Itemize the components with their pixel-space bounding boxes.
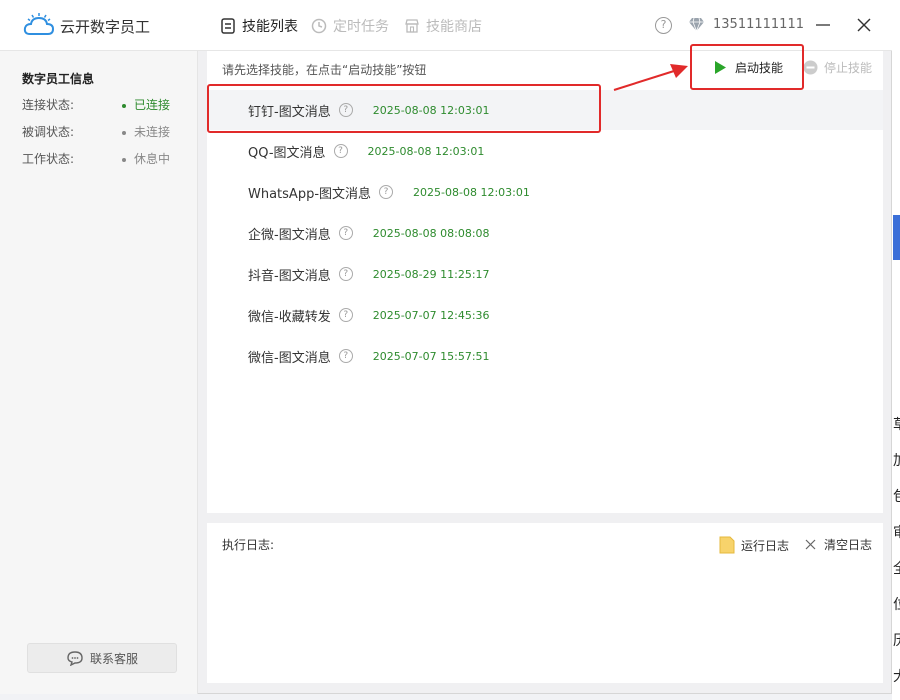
status-row-called: 被调状态: 未连接 xyxy=(22,123,182,141)
log-title: 执行日志: xyxy=(222,538,275,552)
sidebar-title: 数字员工信息 xyxy=(22,72,95,86)
status-dot xyxy=(122,157,126,162)
user-phone: 13511111111 xyxy=(713,17,804,32)
status-row-work: 工作状态: 休息中 xyxy=(22,150,182,168)
contact-support-button[interactable]: 联系客服 xyxy=(27,643,177,673)
chat-icon xyxy=(67,651,83,666)
status-row-connection: 连接状态: 已连接 xyxy=(22,96,182,114)
skill-date: 2025-08-08 12:03:01 xyxy=(367,144,485,158)
store-icon xyxy=(405,19,419,33)
run-log-label: 运行日志 xyxy=(741,538,790,553)
status-value-connection: 已连接 xyxy=(122,96,170,113)
minimize-icon[interactable] xyxy=(812,14,834,36)
stop-skill-button[interactable]: 停止技能 xyxy=(803,56,872,78)
question-icon[interactable]: ? xyxy=(333,144,348,158)
background-glyph: 审 xyxy=(893,524,900,542)
background-glyph: 大 xyxy=(893,668,900,686)
status-dot xyxy=(122,130,126,135)
skill-row[interactable]: 微信-图文消息 ? 2025-07-07 15:57:51 xyxy=(207,336,883,376)
skill-name: 抖音-图文消息 xyxy=(248,268,331,284)
status-label: 连接状态: xyxy=(22,98,75,112)
background-glyph: 包 xyxy=(893,488,900,506)
app-window: 云开数字员工 技能列表 定时任务 技能商店 ? 13511111111 数字员工… xyxy=(0,0,892,694)
skill-name: 企微-图文消息 xyxy=(248,227,331,243)
skill-row[interactable]: QQ-图文消息 ? 2025-08-08 12:03:01 xyxy=(207,131,883,171)
clock-icon xyxy=(311,18,327,34)
app-title: 云开数字员工 xyxy=(60,18,151,36)
status-label: 被调状态: xyxy=(22,125,75,139)
skill-row[interactable]: WhatsApp-图文消息 ? 2025-08-08 12:03:01 xyxy=(207,172,883,212)
background-glyph: 加 xyxy=(893,452,900,470)
clear-x-icon xyxy=(805,539,816,550)
background-glyph: 历 xyxy=(893,632,900,650)
question-icon[interactable]: ? xyxy=(338,308,353,322)
skill-row[interactable]: 抖音-图文消息 ? 2025-08-29 11:25:17 xyxy=(207,254,883,294)
tab-skill-store[interactable]: 技能商店 xyxy=(404,15,482,37)
skill-date: 2025-07-07 12:45:36 xyxy=(372,308,490,322)
question-icon[interactable]: ? xyxy=(338,267,353,281)
tab-skill-list[interactable]: 技能列表 xyxy=(220,15,298,37)
background-glyph: 位 xyxy=(893,596,900,614)
user-account[interactable]: 13511111111 xyxy=(688,17,804,32)
question-icon[interactable]: ? xyxy=(379,185,394,199)
start-button-highlight xyxy=(690,44,804,90)
help-icon[interactable]: ? xyxy=(655,17,672,34)
skill-name: QQ-图文消息 xyxy=(248,145,326,161)
selected-skill-highlight xyxy=(207,84,601,133)
clear-log-button[interactable]: 清空日志 xyxy=(805,536,872,553)
tab-label: 定时任务 xyxy=(333,19,389,35)
background-window xyxy=(892,0,900,700)
sidebar: 数字员工信息 连接状态: 已连接 被调状态: 未连接 工作状态: 休息中 联系客… xyxy=(0,51,198,694)
annotation-arrow-icon xyxy=(613,64,688,91)
background-blue-block xyxy=(893,215,900,260)
run-log-button[interactable]: 运行日志 xyxy=(719,536,789,554)
skill-date: 2025-08-08 08:08:08 xyxy=(372,226,490,240)
tab-label: 技能列表 xyxy=(242,19,298,35)
skill-name: 微信-图文消息 xyxy=(248,350,331,366)
status-value-called: 未连接 xyxy=(122,123,170,140)
cloud-logo-icon xyxy=(23,13,55,35)
status-dot xyxy=(122,103,126,108)
stop-icon xyxy=(803,60,818,74)
clear-log-label: 清空日志 xyxy=(824,538,873,552)
background-glyph: 全 xyxy=(893,560,900,578)
document-icon xyxy=(719,536,735,554)
tab-scheduled-tasks[interactable]: 定时任务 xyxy=(311,15,389,37)
question-icon[interactable]: ? xyxy=(338,226,353,240)
list-icon xyxy=(221,18,235,34)
skill-name: WhatsApp-图文消息 xyxy=(248,186,372,202)
skill-row[interactable]: 微信-收藏转发 ? 2025-07-07 12:45:36 xyxy=(207,295,883,335)
skill-row[interactable]: 企微-图文消息 ? 2025-08-08 08:08:08 xyxy=(207,213,883,253)
tab-label: 技能商店 xyxy=(426,19,482,35)
status-value-work: 休息中 xyxy=(122,150,170,167)
question-icon[interactable]: ? xyxy=(338,349,353,363)
skill-date: 2025-08-29 11:25:17 xyxy=(372,267,490,281)
skill-name: 微信-收藏转发 xyxy=(248,309,331,325)
stop-skill-label: 停止技能 xyxy=(824,60,873,75)
contact-support-label: 联系客服 xyxy=(89,651,138,666)
diamond-icon xyxy=(689,17,704,32)
skill-date: 2025-07-07 15:57:51 xyxy=(372,349,490,363)
close-icon[interactable] xyxy=(853,14,875,36)
status-label: 工作状态: xyxy=(22,152,75,166)
skill-date: 2025-08-08 12:03:01 xyxy=(413,185,530,199)
instruction-hint: 请先选择技能，在点击“启动技能”按钮 xyxy=(222,63,427,77)
background-glyph: 草 xyxy=(893,416,900,434)
